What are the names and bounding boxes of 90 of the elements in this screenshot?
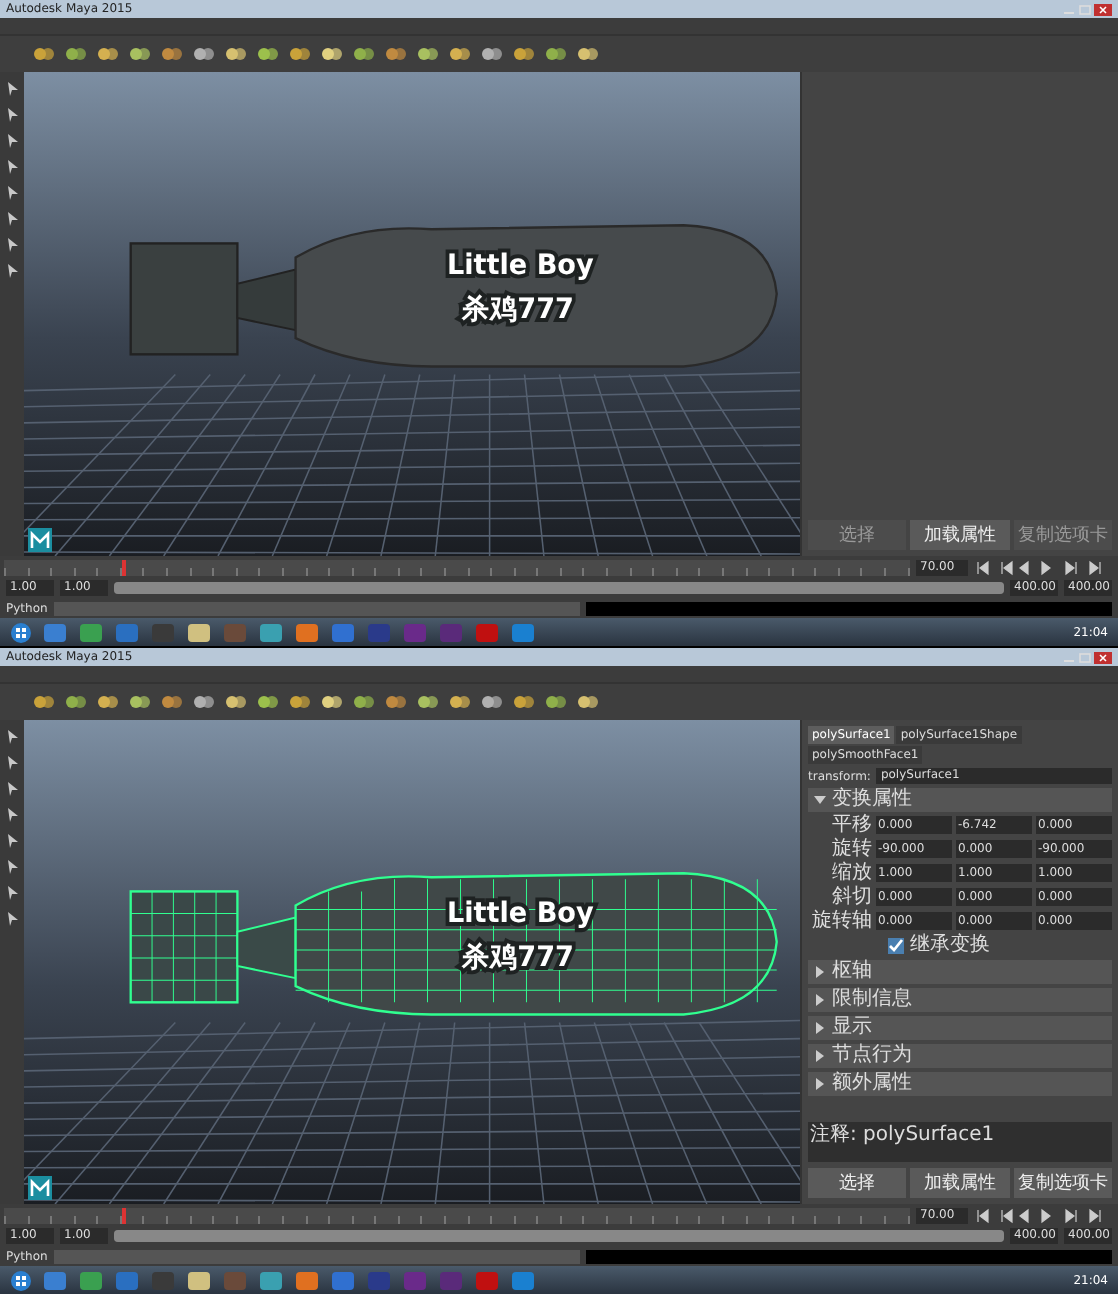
section-header[interactable]: 节点行为: [808, 1044, 1112, 1068]
app-icon[interactable]: [78, 1269, 104, 1291]
tool-icon[interactable]: [256, 44, 280, 64]
expand-arrow-icon[interactable]: [814, 794, 826, 806]
app-icon[interactable]: [510, 1269, 536, 1291]
tool-icon[interactable]: [288, 44, 312, 64]
tool-icon[interactable]: [192, 692, 216, 712]
editor-button[interactable]: 选择: [808, 1168, 907, 1198]
attribute-label: 斜切: [830, 886, 872, 908]
tool-icon[interactable]: [320, 44, 344, 64]
tool-icon[interactable]: [416, 692, 440, 712]
editor-button[interactable]: 加载属性: [910, 1168, 1010, 1198]
bomb-model[interactable]: [129, 872, 778, 1016]
editor-button[interactable]: 复制选项卡: [1013, 1168, 1112, 1198]
attribute-label: 缩放: [830, 862, 872, 884]
expand-arrow-icon[interactable]: [814, 1022, 826, 1034]
tool-icon[interactable]: [64, 692, 88, 712]
tool-icon[interactable]: [64, 44, 88, 64]
current-time-marker[interactable]: [121, 1207, 126, 1223]
section-header[interactable]: 额外属性: [808, 1072, 1112, 1096]
tool-icon[interactable]: [256, 692, 280, 712]
section-header[interactable]: 显示: [808, 1016, 1112, 1040]
tool-icon[interactable]: [448, 44, 472, 64]
app-icon[interactable]: [186, 1269, 212, 1291]
checkbox-label: 继承变换: [910, 934, 990, 956]
start-icon[interactable]: [10, 621, 32, 643]
model-label: Little Boy: [446, 249, 594, 282]
tool-icon[interactable]: [480, 692, 504, 712]
bomb-model[interactable]: [129, 224, 778, 368]
range-slider-handle[interactable]: [114, 1230, 1004, 1242]
tool-icon[interactable]: [384, 692, 408, 712]
tool-icon[interactable]: [416, 44, 440, 64]
expand-arrow-icon[interactable]: [814, 1050, 826, 1062]
tool-icon[interactable]: [32, 692, 56, 712]
section-header[interactable]: 变换属性: [808, 788, 1112, 812]
model-number: 杀鸡777: [462, 293, 575, 327]
command-input-field[interactable]: [53, 1249, 580, 1263]
tool-icon[interactable]: [448, 692, 472, 712]
expand-arrow-icon[interactable]: [814, 994, 826, 1006]
section-header[interactable]: 限制信息: [808, 988, 1112, 1012]
tool-icon[interactable]: [96, 44, 120, 64]
section-header[interactable]: 枢轴: [808, 960, 1112, 984]
editor-button[interactable]: 加载属性: [910, 520, 1010, 550]
app-icon[interactable]: [294, 1269, 320, 1291]
tool-icon[interactable]: [384, 44, 408, 64]
tool-icon[interactable]: [352, 692, 376, 712]
attribute-label: 旋转轴: [810, 910, 872, 932]
time-slider[interactable]: [4, 559, 910, 575]
current-time-marker[interactable]: [121, 559, 126, 575]
tool-icon[interactable]: [544, 44, 568, 64]
tool-icon[interactable]: [288, 692, 312, 712]
range-slider-handle[interactable]: [114, 582, 1004, 594]
expand-arrow-icon[interactable]: [814, 1078, 826, 1090]
app-icon[interactable]: [78, 621, 104, 643]
tool-icon[interactable]: [96, 692, 120, 712]
tool-icon[interactable]: [352, 44, 376, 64]
app-icon[interactable]: [258, 1269, 284, 1291]
maya-logo-icon: [28, 528, 52, 552]
tool-icon[interactable]: [576, 692, 600, 712]
app-icon[interactable]: [258, 621, 284, 643]
tool-icon[interactable]: [576, 44, 600, 64]
app-icon[interactable]: [42, 1269, 68, 1291]
tool-icon[interactable]: [160, 44, 184, 64]
attribute-label: 旋转: [830, 838, 872, 860]
checkbox[interactable]: [888, 937, 904, 953]
tool-icon[interactable]: [128, 44, 152, 64]
tool-icon[interactable]: [32, 44, 56, 64]
tool-icon[interactable]: [160, 692, 184, 712]
tool-icon[interactable]: [320, 692, 344, 712]
tool-icon[interactable]: [544, 692, 568, 712]
tool-icon[interactable]: [128, 692, 152, 712]
tool-icon[interactable]: [512, 692, 536, 712]
app-icon[interactable]: [186, 621, 212, 643]
app-icon[interactable]: [510, 621, 536, 643]
maya-logo-icon: [28, 1176, 52, 1200]
app-icon[interactable]: [42, 621, 68, 643]
tool-icon[interactable]: [224, 692, 248, 712]
attribute-label: 平移: [830, 814, 872, 836]
tool-icon[interactable]: [480, 44, 504, 64]
app-icon[interactable]: [294, 621, 320, 643]
command-input-field[interactable]: [53, 601, 580, 615]
time-slider[interactable]: [4, 1207, 910, 1223]
tool-icon[interactable]: [224, 44, 248, 64]
start-icon[interactable]: [10, 1269, 32, 1291]
close-icon[interactable]: [1094, 651, 1112, 663]
tool-icon[interactable]: [192, 44, 216, 64]
expand-arrow-icon[interactable]: [814, 966, 826, 978]
close-icon[interactable]: [1094, 3, 1112, 15]
notes-label: 注释: polySurface1: [810, 1124, 995, 1146]
tool-icon[interactable]: [512, 44, 536, 64]
